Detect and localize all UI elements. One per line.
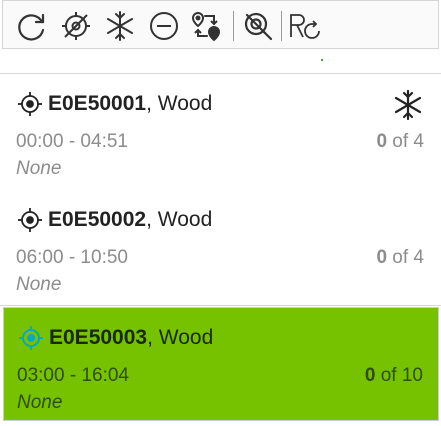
item-count: 0 of 10: [365, 365, 423, 387]
item-material: , Wood: [146, 208, 213, 231]
item-time-range: 00:00 - 04:51: [16, 131, 128, 152]
item-header: E0E50001, Wood: [16, 90, 212, 118]
freeze-icon: [391, 88, 425, 122]
target-icon: [17, 324, 45, 352]
item-material: , Wood: [146, 92, 213, 115]
list-item-selected[interactable]: E0E50003, Wood 03:00 - 16:04 0 of 10 Non…: [3, 307, 439, 421]
item-count-num: 0: [364, 365, 376, 386]
item-header: E0E50002, Wood: [16, 206, 212, 234]
item-count-num: 0: [376, 247, 388, 268]
no-search-icon[interactable]: [241, 9, 275, 43]
item-header: E0E50003, Wood: [17, 324, 213, 352]
item-count-total: of 10: [375, 365, 423, 386]
swap-route-icon[interactable]: [189, 9, 223, 43]
target-icon: [16, 90, 44, 118]
minus-circle-icon[interactable]: [147, 9, 181, 43]
indicator-dot: [321, 59, 323, 61]
toolbar: [2, 0, 439, 49]
item-code: E0E50001: [48, 92, 147, 115]
item-time-range: 03:00 - 16:04: [17, 365, 129, 386]
item-count-total: of 4: [387, 131, 424, 152]
refresh-icon[interactable]: [15, 9, 49, 43]
item-time-range: 06:00 - 10:50: [16, 247, 128, 268]
item-note: None: [17, 392, 63, 413]
item-note: None: [16, 158, 62, 179]
list-divider: [0, 305, 441, 306]
item-code: E0E50002: [48, 208, 147, 231]
item-count: 0 of 4: [376, 131, 424, 153]
item-material: , Wood: [147, 326, 214, 349]
freeze-icon[interactable]: [103, 9, 137, 43]
target-icon: [16, 206, 44, 234]
item-count: 0 of 4: [376, 247, 424, 269]
registered-refresh-icon[interactable]: [287, 9, 321, 43]
list-item[interactable]: E0E50001, Wood 00:00 - 04:51 0 of 4 None: [0, 74, 441, 190]
item-count-total: of 4: [387, 247, 424, 268]
list-item[interactable]: E0E50002, Wood 06:00 - 10:50 0 of 4 None: [0, 190, 441, 306]
toolbar-separator: [233, 11, 234, 41]
no-location-icon[interactable]: [59, 9, 93, 43]
item-code: E0E50003: [49, 326, 148, 349]
item-note: None: [16, 274, 62, 295]
toolbar-separator: [281, 11, 282, 41]
item-count-num: 0: [376, 131, 388, 152]
